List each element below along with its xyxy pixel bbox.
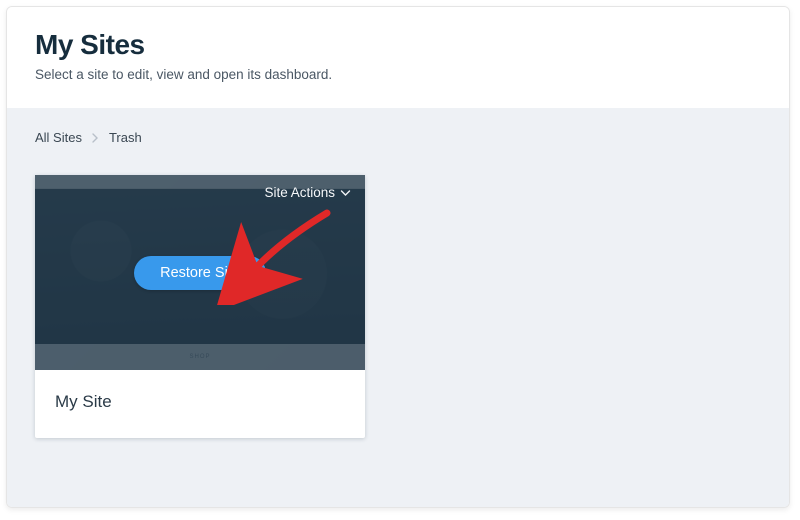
site-name: My Site xyxy=(55,392,345,412)
site-card-footer: My Site xyxy=(35,370,365,438)
chevron-right-icon xyxy=(92,133,99,143)
site-actions-label: Site Actions xyxy=(264,185,335,200)
site-actions-dropdown[interactable]: Site Actions xyxy=(264,185,351,200)
site-thumbnail: SHOP Site Actions Restore Site xyxy=(35,175,365,370)
chevron-down-icon xyxy=(340,185,351,200)
thumbnail-overlay: Site Actions Restore Site xyxy=(35,175,365,370)
site-card: SHOP Site Actions Restore Site xyxy=(35,175,365,438)
page-subtitle: Select a site to edit, view and open its… xyxy=(35,67,761,82)
breadcrumb: All Sites Trash xyxy=(35,130,761,145)
restore-site-button[interactable]: Restore Site xyxy=(134,256,266,290)
page-title: My Sites xyxy=(35,29,761,61)
page-header: My Sites Select a site to edit, view and… xyxy=(7,7,789,108)
page-body: All Sites Trash SHOP Site Actions xyxy=(7,108,789,507)
breadcrumb-root[interactable]: All Sites xyxy=(35,130,82,145)
breadcrumb-current: Trash xyxy=(109,130,142,145)
